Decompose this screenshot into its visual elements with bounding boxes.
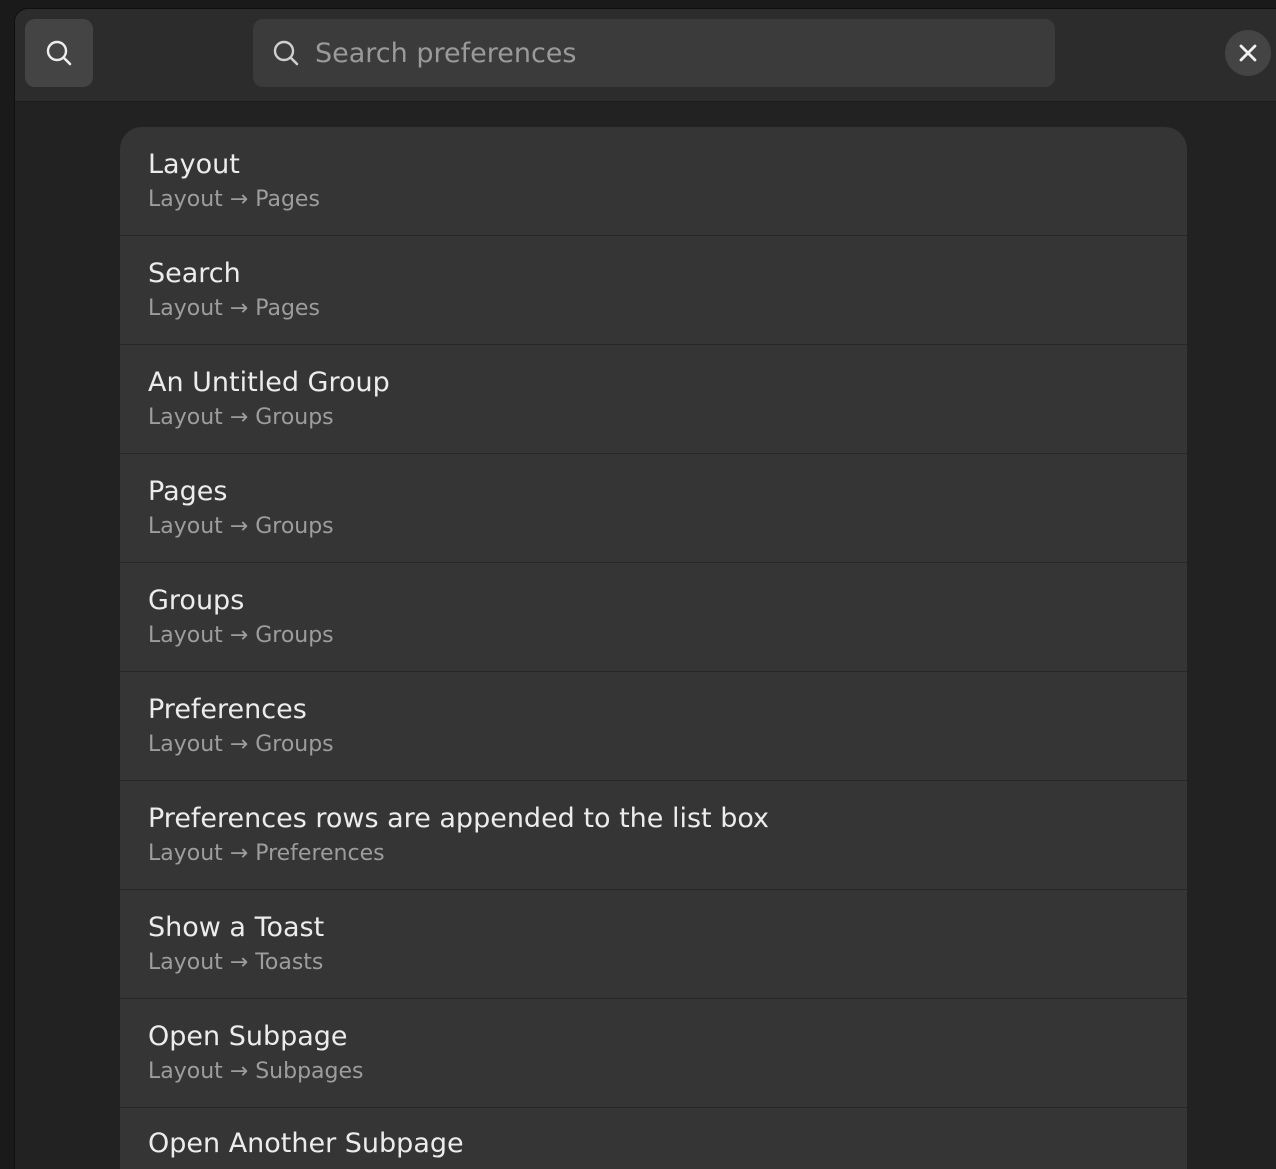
result-row[interactable]: Show a Toast Layout → Toasts	[120, 890, 1187, 999]
result-title: Pages	[148, 476, 228, 507]
result-row[interactable]: Groups Layout → Groups	[120, 563, 1187, 672]
search-input[interactable]	[301, 19, 1055, 87]
result-path: Layout → Pages	[148, 296, 320, 321]
result-title: Show a Toast	[148, 912, 325, 943]
result-title: Groups	[148, 585, 245, 616]
search-entry[interactable]	[253, 19, 1055, 87]
result-title: Layout	[148, 149, 240, 180]
result-title: An Untitled Group	[148, 367, 390, 398]
result-row[interactable]: Open Subpage Layout → Subpages	[120, 999, 1187, 1108]
result-path: Layout → Toasts	[148, 950, 324, 975]
result-path: Layout → Subpages	[148, 1059, 364, 1084]
result-row[interactable]: Layout Layout → Pages	[120, 127, 1187, 236]
search-icon	[271, 38, 301, 68]
result-path: Layout → Preferences	[148, 841, 385, 866]
close-button[interactable]	[1225, 30, 1271, 76]
result-path: Layout → Groups	[148, 514, 334, 539]
result-title: Preferences rows are appended to the lis…	[148, 803, 770, 834]
close-icon	[1239, 44, 1257, 62]
result-path: Layout → Pages	[148, 187, 320, 212]
search-icon	[46, 40, 72, 66]
result-path: Layout → Groups	[148, 405, 334, 430]
result-row[interactable]: Pages Layout → Groups	[120, 454, 1187, 563]
result-title: Preferences	[148, 694, 307, 725]
result-title: Open Another Subpage	[148, 1128, 464, 1159]
result-row[interactable]: Preferences rows are appended to the lis…	[120, 781, 1187, 890]
result-row[interactable]: Preferences Layout → Groups	[120, 672, 1187, 781]
result-row[interactable]: Search Layout → Pages	[120, 236, 1187, 345]
search-toggle-button[interactable]	[25, 19, 93, 87]
header-bar	[15, 9, 1276, 102]
result-path: Layout → Groups	[148, 732, 334, 757]
result-title: Open Subpage	[148, 1021, 348, 1052]
result-title: Search	[148, 258, 241, 289]
search-results-list: Layout Layout → Pages Search Layout → Pa…	[120, 127, 1187, 1169]
result-row[interactable]: An Untitled Group Layout → Groups	[120, 345, 1187, 454]
preferences-window: Layout Layout → Pages Search Layout → Pa…	[14, 8, 1276, 1169]
result-path: Layout → Groups	[148, 623, 334, 648]
